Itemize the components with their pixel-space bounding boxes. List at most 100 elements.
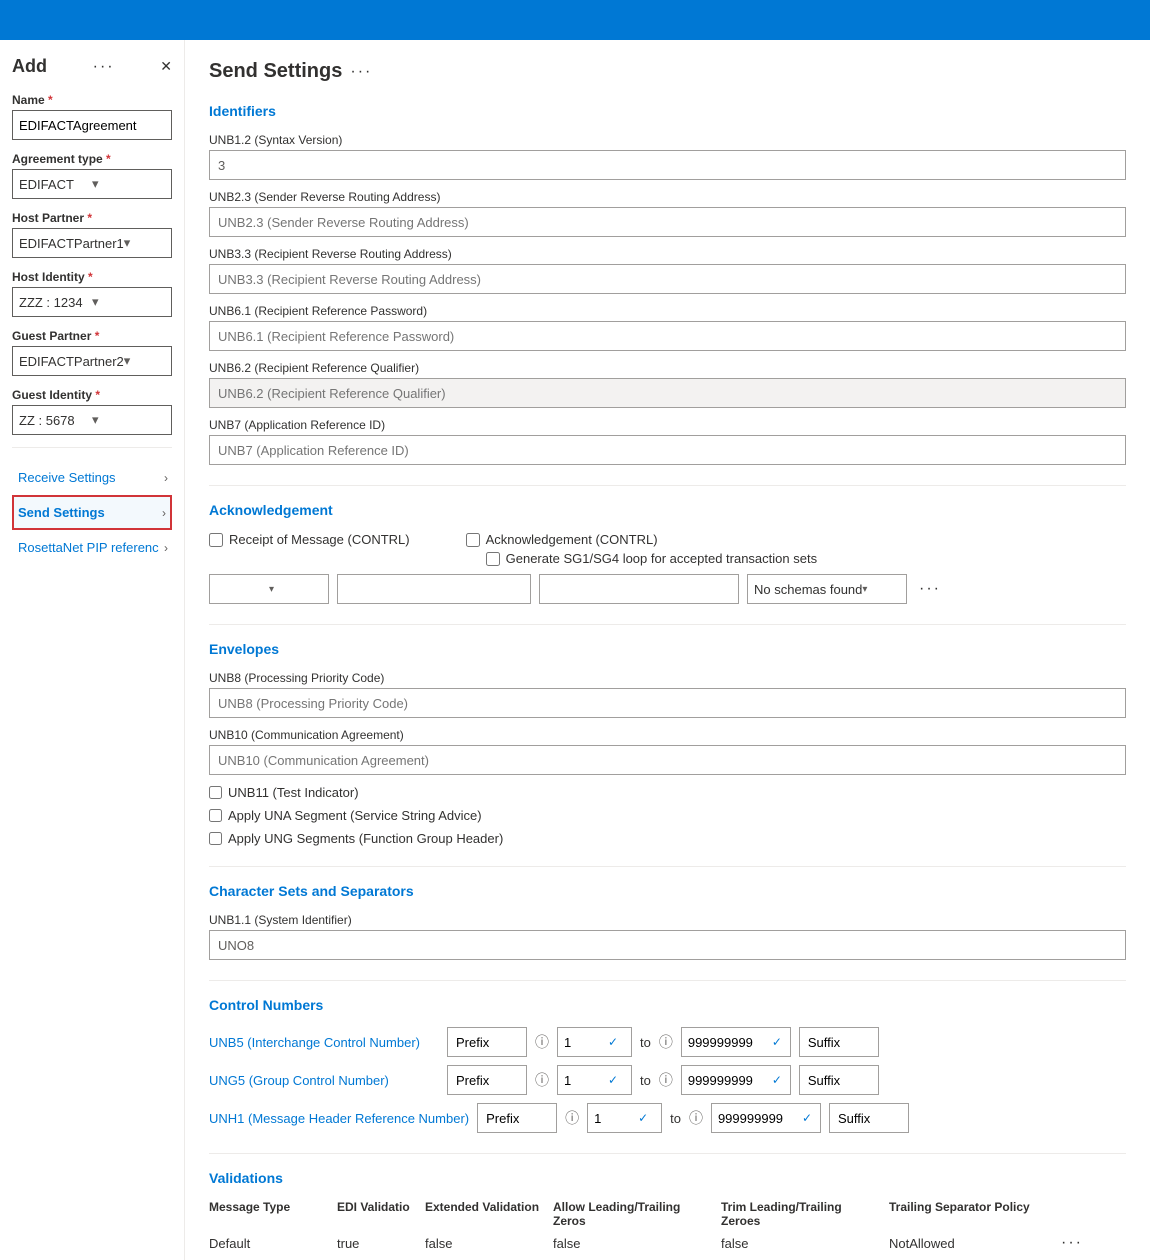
control-numbers-section: Control Numbers UNB5 (Interchange Contro… [209,997,1126,1133]
agreement-type-arrow: ▾ [92,176,165,192]
guest-identity-dropdown[interactable]: ZZ : 5678 ▾ [12,405,172,435]
host-partner-label: Host Partner * [12,211,172,225]
schema-dropdown[interactable]: No schemas found ▾ [747,574,907,604]
panel-dots-menu[interactable]: ··· [93,58,115,76]
agreement-type-label: Agreement type * [12,152,172,166]
unb62-label: UNB6.2 (Recipient Reference Qualifier) [209,361,1126,375]
validation-default-row: Default true false false false NotAllowe… [209,1234,1126,1252]
unb5-suffix-input[interactable] [799,1027,879,1057]
ack-input-2[interactable] [539,574,739,604]
host-identity-dropdown[interactable]: ZZZ : 1234 ▾ [12,287,172,317]
ack-type-dropdown[interactable]: ▾ [209,574,329,604]
unb61-label: UNB6.1 (Recipient Reference Password) [209,304,1126,318]
val-default-extended: false [425,1236,545,1251]
right-panel-header: Send Settings ··· [209,60,1126,83]
val-default-more-button[interactable]: ··· [1057,1234,1087,1252]
ung5-max-check-icon: ✓ [772,1073,782,1087]
val-default-trim-leading: false [721,1236,881,1251]
unb5-check-icon: ✓ [608,1035,618,1049]
ack-checkboxes-row: Receipt of Message (CONTRL) Acknowledgem… [209,532,1126,566]
unh1-prefix-input[interactable] [477,1103,557,1133]
una-segment-checkbox[interactable] [209,809,222,822]
panel-close-button[interactable]: ✕ [160,58,172,75]
unb33-field-row: UNB3.3 (Recipient Reverse Routing Addres… [209,247,1126,294]
unb10-input[interactable] [209,745,1126,775]
validations-section: Validations Message Type EDI Validatio E… [209,1170,1126,1260]
unb5-max-wrapper: ✓ [681,1027,791,1057]
vh-edi-validation: EDI Validatio [337,1200,417,1228]
agreement-type-field-group: Agreement type * EDIFACT ▾ [12,152,172,199]
unh1-from-input[interactable] [594,1111,634,1126]
sidebar-item-receive-settings[interactable]: Receive Settings › [12,460,172,495]
ung5-max-wrapper: ✓ [681,1065,791,1095]
top-bar [0,0,1150,40]
sidebar-item-send-settings[interactable]: Send Settings › [12,495,172,530]
val-default-message-type: Default [209,1236,329,1251]
right-panel-dots-menu[interactable]: ··· [350,63,372,81]
host-identity-arrow: ▾ [92,294,165,310]
receipt-of-message-checkbox-wrapper: Receipt of Message (CONTRL) [209,532,410,547]
ung-segments-checkbox-row: Apply UNG Segments (Function Group Heade… [209,831,1126,846]
unb12-field-row: UNB1.2 (Syntax Version) [209,133,1126,180]
unh1-check-icon: ✓ [638,1111,648,1125]
unb5-prefix-input[interactable] [447,1027,527,1057]
generate-sg-checkbox[interactable] [486,552,500,566]
host-partner-dropdown[interactable]: EDIFACTPartner1 ▾ [12,228,172,258]
host-identity-required: * [88,270,93,284]
acknowledgement-section: Acknowledgement Receipt of Message (CONT… [209,502,1126,604]
identifiers-section: Identifiers UNB1.2 (Syntax Version) UNB2… [209,103,1126,465]
vh-message-type: Message Type [209,1200,329,1228]
ung-segments-checkbox[interactable] [209,832,222,845]
host-partner-field-group: Host Partner * EDIFACTPartner1 ▾ [12,211,172,258]
acknowledgement-title: Acknowledgement [209,502,1126,522]
unb33-input[interactable] [209,264,1126,294]
ung5-from-wrapper: ✓ [557,1065,632,1095]
identifiers-divider [209,485,1126,486]
ung5-max-input[interactable] [688,1073,768,1088]
unb8-input[interactable] [209,688,1126,718]
unb5-to-label: to [640,1035,651,1050]
unb7-input[interactable] [209,435,1126,465]
unb11-checkbox[interactable] [209,786,222,799]
unb5-from-input[interactable] [564,1035,604,1050]
vh-extended-validation: Extended Validation [425,1200,545,1228]
unb12-input[interactable] [209,150,1126,180]
receive-settings-arrow: › [164,471,168,485]
unb61-input[interactable] [209,321,1126,351]
character-set-input[interactable] [209,930,1126,960]
unb23-input[interactable] [209,207,1126,237]
guest-partner-dropdown[interactable]: EDIFACTPartner2 ▾ [12,346,172,376]
guest-partner-label: Guest Partner * [12,329,172,343]
unb5-info-icon: ⓘ [535,1032,549,1052]
send-settings-label: Send Settings [18,505,105,520]
unb5-max-input[interactable] [688,1035,768,1050]
ung5-suffix-input[interactable] [799,1065,879,1095]
validations-title: Validations [209,1170,1126,1190]
name-input-wrapper[interactable]: ✓ [12,110,172,140]
name-input[interactable] [19,118,185,133]
ack-more-button[interactable]: ··· [915,580,945,598]
ung5-info-icon: ⓘ [535,1070,549,1090]
ack-contrl-checkbox[interactable] [466,533,480,547]
character-sets-section: Character Sets and Separators UNB1.1 (Sy… [209,883,1126,960]
right-panel-title: Send Settings [209,60,342,83]
una-segment-label: Apply UNA Segment (Service String Advice… [228,808,482,823]
unb10-label: UNB10 (Communication Agreement) [209,728,1126,742]
unh1-max-input[interactable] [718,1111,798,1126]
unh1-suffix-input[interactable] [829,1103,909,1133]
receipt-of-message-checkbox[interactable] [209,533,223,547]
sidebar-item-rosettanet[interactable]: RosettaNet PIP referenc › [12,530,172,565]
agreement-type-dropdown[interactable]: EDIFACT ▾ [12,169,172,199]
control-numbers-title: Control Numbers [209,997,1126,1017]
ack-right-checkboxes: Acknowledgement (CONTRL) Generate SG1/SG… [466,532,833,566]
ung5-from-input[interactable] [564,1073,604,1088]
ack-type-dropdown-arrow: ▾ [269,584,322,595]
ack-input-1[interactable] [337,574,531,604]
ack-contrl-checkbox-wrapper: Acknowledgement (CONTRL) [466,532,817,547]
unb62-input[interactable] [209,378,1126,408]
ung5-prefix-input[interactable] [447,1065,527,1095]
right-panel: Send Settings ··· Identifiers UNB1.2 (Sy… [185,40,1150,1260]
unh1-info-icon: ⓘ [565,1108,579,1128]
ack-contrl-label: Acknowledgement (CONTRL) [486,532,658,547]
generate-sg-label: Generate SG1/SG4 loop for accepted trans… [506,551,817,566]
